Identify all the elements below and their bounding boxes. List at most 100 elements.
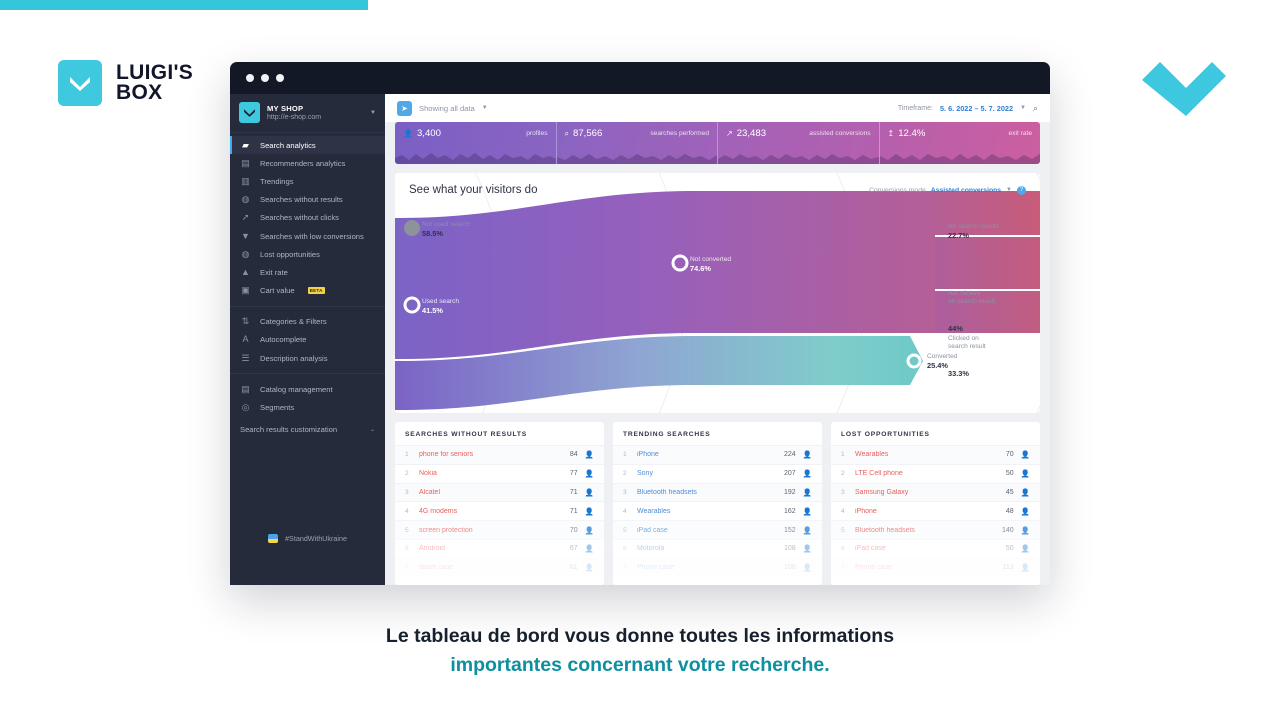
sidebar-item-catalog-management[interactable]: ▤ Catalog management xyxy=(230,380,385,398)
row-rank: 1 xyxy=(841,451,845,459)
sidebar-item-searches-without-clicks[interactable]: ➚ Searches without clicks xyxy=(230,209,385,227)
metric-exit-rate[interactable]: ↥ 12.4% exit rate xyxy=(879,122,1040,164)
sidebar-item-lost-opportunities[interactable]: ◍ Lost opportunities xyxy=(230,245,385,263)
table-row[interactable]: 4 Wearables 162 👤 xyxy=(613,501,822,520)
row-term[interactable]: screen protection xyxy=(419,527,563,534)
user-icon[interactable]: 👤 xyxy=(585,526,594,535)
search-icon[interactable]: ⌕ xyxy=(1033,103,1038,114)
sidebar-item-trendings[interactable]: ▥ Trendings xyxy=(230,172,385,190)
row-term[interactable]: phone for seniors xyxy=(419,451,563,458)
metric-value: 23,483 xyxy=(736,128,767,139)
user-icon[interactable]: 👤 xyxy=(1021,488,1030,497)
timeframe-value[interactable]: 5. 6. 2022 – 5. 7. 2022 xyxy=(940,104,1013,113)
table-row[interactable]: 5 Bluetooth headsets 140 👤 xyxy=(831,520,1040,539)
table-lost-opportunities: LOST OPPORTUNITIES 1 Wearables 70 👤 2 LTE Cell… xyxy=(831,422,1040,585)
user-icon[interactable]: 👤 xyxy=(585,469,594,478)
window-dot-maximize[interactable] xyxy=(276,74,284,82)
table-row[interactable]: 4 4G modems 71 👤 xyxy=(395,501,604,520)
conversions-mode-value[interactable]: Assisted conversions xyxy=(931,187,1001,194)
row-term[interactable]: iPhone xyxy=(855,508,999,515)
row-term[interactable]: iPad case xyxy=(855,545,999,552)
row-term[interactable]: Wearables xyxy=(855,451,999,458)
sidebar-item-searches-with-low-conversions[interactable]: ▼ Searches with low conversions xyxy=(230,227,385,245)
row-term[interactable]: Bluetooth headsets xyxy=(637,489,777,496)
sidebar-item-search-results-customization[interactable]: Search results customization ⌄ xyxy=(230,420,385,439)
metric-searches-performed[interactable]: ⌕ 87,566 searches performed xyxy=(556,122,718,164)
sidebar-item-categories-filters[interactable]: ⇅ Categories & Filters xyxy=(230,313,385,331)
user-icon[interactable]: 👤 xyxy=(803,544,812,553)
sidebar-item-recommenders-analytics[interactable]: ▤ Recommenders analytics xyxy=(230,154,385,172)
sidebar-item-exit-rate[interactable]: ▲ Exit rate xyxy=(230,263,385,281)
table-row[interactable]: 2 LTE Cell phone 50 👤 xyxy=(831,463,1040,483)
user-icon[interactable]: 👤 xyxy=(803,526,812,535)
table-row[interactable]: 7 tablet case 61 👤 xyxy=(395,557,604,577)
user-icon[interactable]: 👤 xyxy=(1021,507,1030,516)
user-icon[interactable]: 👤 xyxy=(585,544,594,553)
shop-switcher[interactable]: MY SHOP http://e-shop.com ▼ xyxy=(230,94,385,133)
sidebar-item-searches-without-results[interactable]: ◍ Searches without results xyxy=(230,191,385,209)
window-dot-minimize[interactable] xyxy=(261,74,269,82)
table-row[interactable]: 7 Phone case 100 👤 xyxy=(613,557,822,577)
user-icon[interactable]: 👤 xyxy=(803,507,812,516)
row-term[interactable]: Samsung Galaxy xyxy=(855,489,999,496)
user-icon[interactable]: 👤 xyxy=(1021,526,1030,535)
table-row[interactable]: 6 Motorola 108 👤 xyxy=(613,538,822,558)
sidebar-item-search-analytics[interactable]: ▰ Search analytics xyxy=(230,136,385,155)
user-icon[interactable]: 👤 xyxy=(1021,450,1030,459)
row-term[interactable]: Phone case xyxy=(637,564,777,571)
question-mark-icon[interactable]: ? xyxy=(1017,185,1026,195)
table-row[interactable]: 3 Samsung Galaxy 45 👤 xyxy=(831,482,1040,502)
metric-profiles[interactable]: 👤 3,400 profiles xyxy=(395,122,557,164)
user-icon[interactable]: 👤 xyxy=(1021,544,1030,553)
row-term[interactable]: Bluetooth headsets xyxy=(855,527,995,534)
chevron-down-icon[interactable]: ▼ xyxy=(1006,187,1012,193)
table-row[interactable]: 1 phone for seniors 84 👤 xyxy=(395,445,604,464)
chevron-down-icon[interactable]: ▼ xyxy=(482,105,488,111)
row-term[interactable]: Alcatel xyxy=(419,489,563,496)
window-dot-close[interactable] xyxy=(246,74,254,82)
row-term[interactable]: Amdroid xyxy=(419,545,563,552)
sidebar-item-segments[interactable]: ◎ Segments xyxy=(230,398,385,416)
row-term[interactable]: Motorola xyxy=(637,545,777,552)
user-icon[interactable]: 👤 xyxy=(1021,469,1030,478)
table-row[interactable]: 6 Amdroid 67 👤 xyxy=(395,538,604,558)
table-title: TRENDING SEARCHES xyxy=(623,431,711,438)
row-term[interactable]: tablet case xyxy=(419,564,563,571)
table-row[interactable]: 5 iPad case 152 👤 xyxy=(613,520,822,539)
row-term[interactable]: iPad case xyxy=(637,527,777,534)
user-icon[interactable]: 👤 xyxy=(585,488,594,497)
row-term[interactable]: iPhone xyxy=(637,451,777,458)
user-icon[interactable]: 👤 xyxy=(803,450,812,459)
conversions-mode-selector[interactable]: Conversions mode Assisted conversions ▼ … xyxy=(869,185,1026,195)
user-icon[interactable]: 👤 xyxy=(1021,563,1030,572)
sidebar-item-description-analysis[interactable]: ☰ Description analysis xyxy=(230,349,385,367)
sidebar-item-autocomplete[interactable]: A Autocomplete xyxy=(230,331,385,349)
row-term[interactable]: LTE Cell phone xyxy=(855,470,999,477)
metric-assisted-conversions[interactable]: ↗ 23,483 assisted conversions xyxy=(718,122,880,164)
table-row[interactable]: 3 Bluetooth headsets 192 👤 xyxy=(613,482,822,502)
user-icon[interactable]: 👤 xyxy=(585,563,594,572)
user-icon[interactable]: 👤 xyxy=(585,507,594,516)
user-icon[interactable]: 👤 xyxy=(803,563,812,572)
row-term[interactable]: Nokia xyxy=(419,470,563,477)
table-row[interactable]: 2 Sony 207 👤 xyxy=(613,463,822,483)
table-row[interactable]: 1 Wearables 70 👤 xyxy=(831,445,1040,464)
data-scope-label[interactable]: Showing all data xyxy=(419,104,475,113)
table-row[interactable]: 1 iPhone 224 👤 xyxy=(613,445,822,464)
table-row[interactable]: 4 iPhone 48 👤 xyxy=(831,501,1040,520)
user-icon[interactable]: 👤 xyxy=(803,488,812,497)
chevron-down-icon[interactable]: ▼ xyxy=(1020,105,1026,111)
user-icon[interactable]: 👤 xyxy=(803,469,812,478)
row-term[interactable]: 4G modems xyxy=(419,508,563,515)
user-icon[interactable]: 👤 xyxy=(585,450,594,459)
table-row[interactable]: 6 iPad case 50 👤 xyxy=(831,538,1040,558)
table-row[interactable]: 5 screen protection 70 👤 xyxy=(395,520,604,539)
row-term[interactable]: Phone case xyxy=(855,564,995,571)
row-rank: 6 xyxy=(623,545,627,553)
table-row[interactable]: 2 Nokia 77 👤 xyxy=(395,463,604,483)
table-row[interactable]: 3 Alcatel 71 👤 xyxy=(395,482,604,502)
row-term[interactable]: Sony xyxy=(637,470,777,477)
row-term[interactable]: Wearables xyxy=(637,508,777,515)
sidebar-item-cart-value[interactable]: ▣ Cart value BETA xyxy=(230,282,385,300)
table-row[interactable]: 7 Phone case 113 👤 xyxy=(831,557,1040,577)
